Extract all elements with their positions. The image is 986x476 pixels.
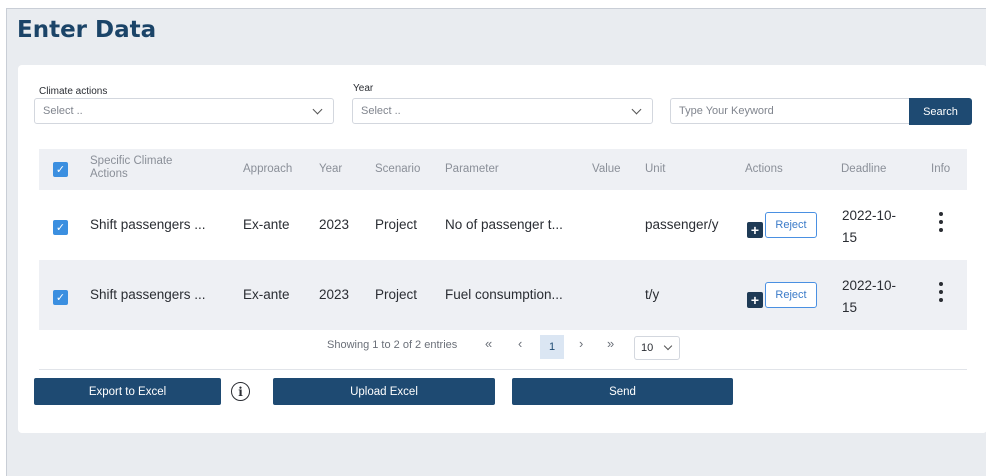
last-page-icon[interactable]: » [607, 336, 614, 351]
reject-button[interactable]: Reject [765, 282, 817, 308]
table-row: ✓ Shift passengers ... Ex-ante 2023 Proj… [39, 190, 967, 260]
cell-action: Shift passengers ... [90, 217, 206, 232]
plus-icon: + [750, 292, 760, 308]
add-button[interactable]: + [747, 222, 763, 238]
checkmark-icon: ✓ [55, 222, 66, 234]
page-title: Enter Data [17, 17, 157, 43]
plus-icon: + [750, 222, 760, 238]
checkmark-icon: ✓ [55, 292, 66, 304]
more-options-icon[interactable] [939, 282, 943, 306]
chevron-down-icon [631, 104, 642, 114]
cell-year: 2023 [319, 287, 350, 302]
search-button[interactable]: Search [909, 98, 972, 125]
header-parameter[interactable]: Parameter [445, 163, 499, 175]
climate-actions-select-value: Select .. [43, 105, 83, 117]
select-all-checkbox[interactable]: ✓ [53, 162, 68, 177]
chevron-down-icon [663, 341, 673, 351]
upload-excel-button[interactable]: Upload Excel [273, 378, 495, 405]
next-page-icon[interactable]: › [579, 336, 583, 351]
page-1-button[interactable]: 1 [540, 335, 564, 359]
climate-actions-label: Climate actions [39, 86, 108, 97]
climate-actions-select[interactable]: Select .. [34, 98, 334, 124]
cell-action: Shift passengers ... [90, 287, 206, 302]
header-scenario[interactable]: Scenario [375, 163, 420, 175]
pagination-summary: Showing 1 to 2 of 2 entries [327, 339, 458, 351]
header-value[interactable]: Value [592, 163, 621, 175]
year-select[interactable]: Select .. [352, 98, 653, 124]
search-input[interactable]: Type Your Keyword [670, 98, 910, 124]
first-page-icon[interactable]: « [485, 336, 492, 351]
header-year[interactable]: Year [319, 163, 342, 175]
row-checkbox[interactable]: ✓ [53, 290, 68, 305]
reject-button[interactable]: Reject [765, 212, 817, 238]
search-input-placeholder: Type Your Keyword [679, 105, 774, 117]
export-to-excel-button[interactable]: Export to Excel [34, 378, 221, 405]
header-specific-climate-actions[interactable]: Specific Climate Actions [90, 155, 172, 181]
header-approach[interactable]: Approach [243, 163, 292, 175]
data-entry-card: Climate actions Select .. Year Select ..… [18, 65, 986, 433]
add-button[interactable]: + [747, 292, 763, 308]
more-options-icon[interactable] [939, 212, 943, 236]
cell-scenario: Project [375, 217, 418, 232]
cell-parameter: No of passenger t... [445, 217, 563, 232]
cell-unit: passenger/y [645, 217, 719, 232]
header-actions: Actions [745, 163, 783, 175]
table-row: ✓ Shift passengers ... Ex-ante 2023 Proj… [39, 260, 967, 330]
header-deadline[interactable]: Deadline [841, 163, 886, 175]
cell-deadline: 2022-10- 15 [842, 278, 897, 315]
cell-scenario: Project [375, 287, 418, 302]
cell-unit: t/y [645, 287, 660, 302]
cell-parameter: Fuel consumption... [445, 287, 563, 302]
page-size-value: 10 [641, 342, 654, 354]
cell-deadline: 2022-10- 15 [842, 208, 897, 245]
year-select-value: Select .. [361, 105, 401, 117]
page-size-select[interactable]: 10 [634, 336, 680, 360]
table-header: ✓ Specific Climate Actions Approach Year… [39, 149, 967, 190]
cell-approach: Ex-ante [243, 217, 290, 232]
divider [39, 369, 967, 370]
year-label: Year [353, 83, 374, 94]
cell-year: 2023 [319, 217, 350, 232]
send-button[interactable]: Send [512, 378, 733, 405]
header-info: Info [931, 163, 951, 175]
checkmark-icon: ✓ [55, 164, 66, 176]
info-icon[interactable]: i [231, 382, 250, 401]
header-unit[interactable]: Unit [645, 163, 665, 175]
prev-page-icon[interactable]: ‹ [518, 336, 522, 351]
chevron-down-icon [312, 104, 323, 114]
cell-approach: Ex-ante [243, 287, 290, 302]
row-checkbox[interactable]: ✓ [53, 220, 68, 235]
page-background: Enter Data Climate actions Select .. Yea… [6, 8, 986, 476]
